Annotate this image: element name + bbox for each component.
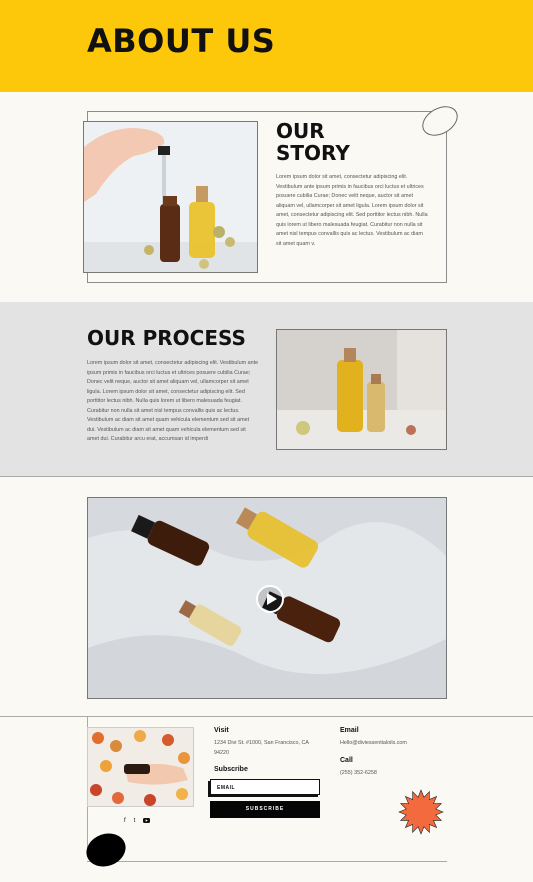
story-image (83, 121, 258, 273)
address-text: 1234 Divi St. #1000, San Francisco, CA 9… (214, 740, 309, 756)
social-links: f t (124, 818, 151, 825)
hero-banner: ABOUT US (0, 0, 533, 92)
process-section: OUR PROCESS Lorem ipsum dolor sit amet, … (0, 302, 533, 476)
subscribe-heading: Subscribe (214, 766, 248, 773)
facebook-icon[interactable]: f (124, 818, 126, 825)
subscribe-button[interactable]: SUBSCRIBE (210, 801, 320, 818)
story-heading: OUR STORY (276, 119, 350, 165)
play-icon[interactable] (256, 585, 284, 613)
email-heading: Email (340, 727, 359, 734)
call-heading: Call (340, 757, 353, 764)
youtube-icon[interactable] (143, 818, 151, 825)
starburst-icon (398, 789, 444, 835)
email-field[interactable]: EMAIL (210, 779, 320, 795)
process-heading: OUR PROCESS (87, 326, 246, 350)
twitter-icon[interactable]: t (134, 818, 136, 825)
video-section (0, 476, 533, 716)
footer-image (87, 727, 194, 807)
page-title: ABOUT US (87, 22, 276, 60)
story-body-text: Lorem ipsum dolor sit amet, consectetur … (276, 174, 428, 247)
footer-divider-horizontal (87, 861, 447, 862)
video-player[interactable] (87, 497, 447, 699)
email-address-link[interactable]: Hello@diviessentialoils.com (340, 739, 407, 749)
story-section: OUR STORY Lorem ipsum dolor sit amet, co… (0, 92, 533, 302)
footer: f t Visit 1234 Divi St. #1000, San Franc… (0, 716, 533, 882)
process-image (276, 329, 447, 450)
process-body-text: Lorem ipsum dolor sit amet, consectetur … (87, 360, 259, 442)
phone-number[interactable]: (255) 352-6258 (340, 769, 377, 779)
decorative-blob (81, 828, 131, 872)
visit-heading: Visit (214, 727, 229, 734)
